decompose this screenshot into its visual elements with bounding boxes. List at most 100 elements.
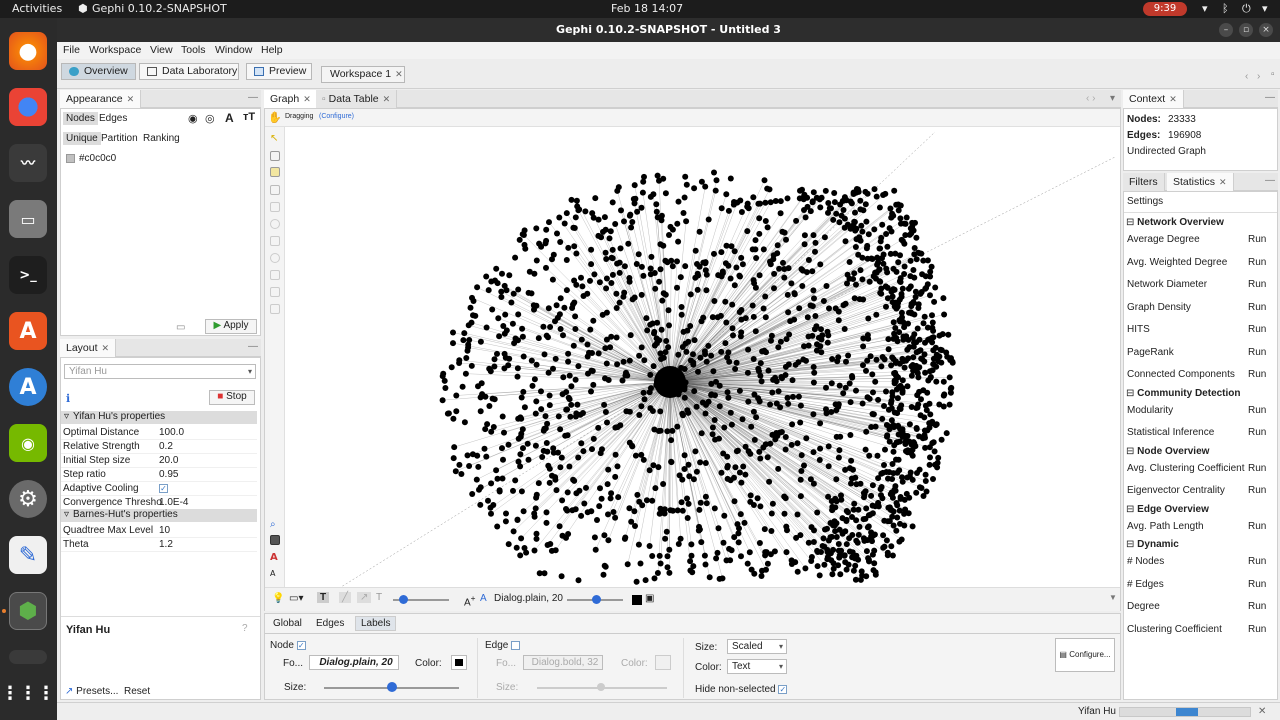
node-labels-toggle[interactable]: Node ✓ — [270, 640, 306, 651]
software-icon[interactable]: A — [9, 312, 47, 350]
menu-tools[interactable]: Tools — [181, 44, 206, 56]
stats-group-header[interactable]: ⊟ Node Overview — [1126, 446, 1209, 457]
collapse-group-icon[interactable]: ⊟ — [1126, 504, 1137, 515]
node-size-thumb[interactable] — [387, 682, 397, 692]
yifan-property-row[interactable]: Initial Step size 20.0 — [61, 454, 257, 468]
apply-button[interactable]: ▶ Apply — [205, 319, 257, 334]
menu-help[interactable]: Help — [261, 44, 283, 56]
run-button[interactable]: Run — [1248, 556, 1266, 567]
labels-tab[interactable]: Labels — [355, 616, 397, 631]
stats-group-header[interactable]: ⊟ Community Detection — [1126, 388, 1241, 399]
edge-color-icon[interactable]: ↗ — [357, 592, 372, 603]
label-color-tool-icon[interactable]: A — [270, 552, 280, 563]
context-tab[interactable]: Context ✕ — [1123, 90, 1184, 108]
run-button[interactable]: Run — [1248, 302, 1266, 313]
size-mode-select[interactable]: Scaled ▾ — [727, 639, 787, 654]
window-titlebar[interactable]: Gephi 0.10.2-SNAPSHOT - Untitled 3 – ▫ × — [57, 18, 1280, 42]
label-font[interactable]: Dialog.plain, 20 — [494, 593, 563, 604]
layout-tab[interactable]: Layout ✕ — [60, 339, 117, 357]
drag-icon[interactable] — [270, 167, 280, 177]
label-attributes-icon[interactable]: ▣ — [645, 593, 654, 604]
color-mode-select[interactable]: Text ▾ — [727, 659, 787, 674]
overview-tab[interactable]: Overview — [61, 63, 136, 80]
run-button[interactable]: Run — [1248, 579, 1266, 590]
run-button[interactable]: Run — [1248, 427, 1266, 438]
run-button[interactable]: Run — [1248, 405, 1266, 416]
brush-icon[interactable] — [270, 202, 280, 212]
node-color-button[interactable] — [451, 655, 467, 670]
run-button[interactable]: Run — [1248, 485, 1266, 496]
minimize-context-icon[interactable]: — — [1265, 92, 1275, 103]
data-table-tab[interactable]: ▫ Data Table ✕ — [316, 90, 398, 108]
nvidia-icon[interactable]: ◉ — [9, 424, 47, 462]
edges-properties-tab[interactable]: Edges — [316, 618, 344, 629]
zoom-icon[interactable]: ⌕ — [270, 519, 280, 530]
menu-window[interactable]: Window — [215, 44, 252, 56]
statistics-settings-button[interactable]: Settings — [1127, 196, 1163, 207]
run-button[interactable]: Run — [1248, 234, 1266, 245]
battery-indicator[interactable]: 9:39 — [1143, 2, 1187, 16]
color-swatch[interactable] — [66, 154, 75, 163]
scroll-left-icon[interactable]: ‹ — [1245, 71, 1248, 82]
close-window-button[interactable]: × — [1259, 23, 1273, 37]
yifan-property-row[interactable]: Relative Strength 0.2 — [61, 440, 257, 454]
property-value[interactable]: 100.0 — [159, 427, 184, 438]
run-button[interactable]: Run — [1248, 347, 1266, 358]
bulb-icon[interactable]: 💡 — [272, 593, 284, 604]
edge-font-button[interactable]: Dialog.bold, 32 — [523, 655, 603, 670]
close-layout-icon[interactable]: ✕ — [102, 343, 110, 353]
minimize-button[interactable]: – — [1219, 23, 1233, 37]
yifan-hu-properties-section[interactable]: ▿ Yifan Hu's properties — [61, 411, 257, 424]
global-tab[interactable]: Global — [273, 618, 302, 629]
ranking-subtab[interactable]: Ranking — [143, 133, 180, 144]
edge-labels-icon[interactable]: T — [376, 592, 382, 603]
edge-size-thumb[interactable] — [597, 683, 605, 691]
text-editor-icon[interactable]: ✎ — [9, 536, 47, 574]
chrome-icon[interactable] — [9, 88, 47, 126]
label-color-icon[interactable]: A — [225, 111, 234, 125]
collapse-group-icon[interactable]: ⊟ — [1126, 217, 1137, 228]
activities-button[interactable]: Activities — [12, 2, 62, 15]
close-data-table-icon[interactable]: ✕ — [383, 94, 391, 104]
property-value[interactable]: 1.2 — [159, 539, 173, 550]
clock[interactable]: Feb 18 14:07 — [611, 2, 683, 15]
firefox-icon[interactable]: ● — [9, 32, 47, 70]
configure-link[interactable]: (Configure) — [319, 113, 354, 120]
edges-tab[interactable]: Edges — [99, 113, 127, 124]
app-center-icon[interactable]: A — [9, 368, 47, 406]
minimize-panel-icon[interactable]: — — [248, 92, 258, 103]
show-apps-icon[interactable]: ⋮⋮⋮ — [1, 674, 55, 712]
close-workspace-icon[interactable]: ✕ — [395, 69, 403, 79]
pointer-icon[interactable]: ↖ — [270, 133, 280, 144]
minimize-statistics-icon[interactable]: — — [1265, 175, 1275, 186]
hide-non-selected-toggle[interactable]: Hide non-selected ✓ — [695, 684, 788, 695]
filters-tab[interactable]: Filters — [1123, 173, 1165, 191]
partial-dock-icon[interactable] — [9, 650, 47, 664]
appearance-tab[interactable]: Appearance ✕ — [60, 90, 142, 108]
close-appearance-icon[interactable]: ✕ — [127, 94, 135, 104]
stats-group-header[interactable]: ⊟ Dynamic — [1126, 539, 1179, 550]
system-monitor-icon[interactable]: 〰 — [9, 144, 47, 182]
barnes-hut-properties-section[interactable]: ▿ Barnes-Hut's properties — [61, 509, 257, 522]
graph-tab[interactable]: Graph ✕ — [264, 90, 318, 108]
property-value[interactable]: 20.0 — [159, 455, 178, 466]
close-statistics-icon[interactable]: ✕ — [1219, 177, 1227, 187]
heat-map-icon[interactable] — [270, 236, 280, 246]
run-button[interactable]: Run — [1248, 601, 1266, 612]
edge-checkbox[interactable] — [511, 640, 521, 650]
expand-properties-icon[interactable]: ▼ — [1109, 593, 1117, 602]
auto-apply-icon[interactable]: ▭ — [176, 322, 185, 333]
stop-button[interactable]: ■ Stop — [209, 390, 255, 405]
shortest-path-icon[interactable] — [270, 253, 280, 263]
system-menu-icon[interactable]: ▾ — [1262, 2, 1268, 15]
hide-non-selected-checkbox[interactable]: ✓ — [778, 684, 788, 694]
unique-subtab[interactable]: Unique — [63, 132, 101, 145]
partition-subtab[interactable]: Partition — [101, 133, 138, 144]
configure-button[interactable]: ▤ Configure... — [1055, 638, 1115, 672]
edge-color-button[interactable] — [655, 655, 671, 670]
run-button[interactable]: Run — [1248, 279, 1266, 290]
label-color-swatch[interactable] — [632, 595, 642, 605]
info-icon[interactable]: ℹ — [66, 392, 70, 405]
menu-view[interactable]: View — [150, 44, 173, 56]
edges-toggle-icon[interactable]: ╱ — [339, 592, 352, 603]
